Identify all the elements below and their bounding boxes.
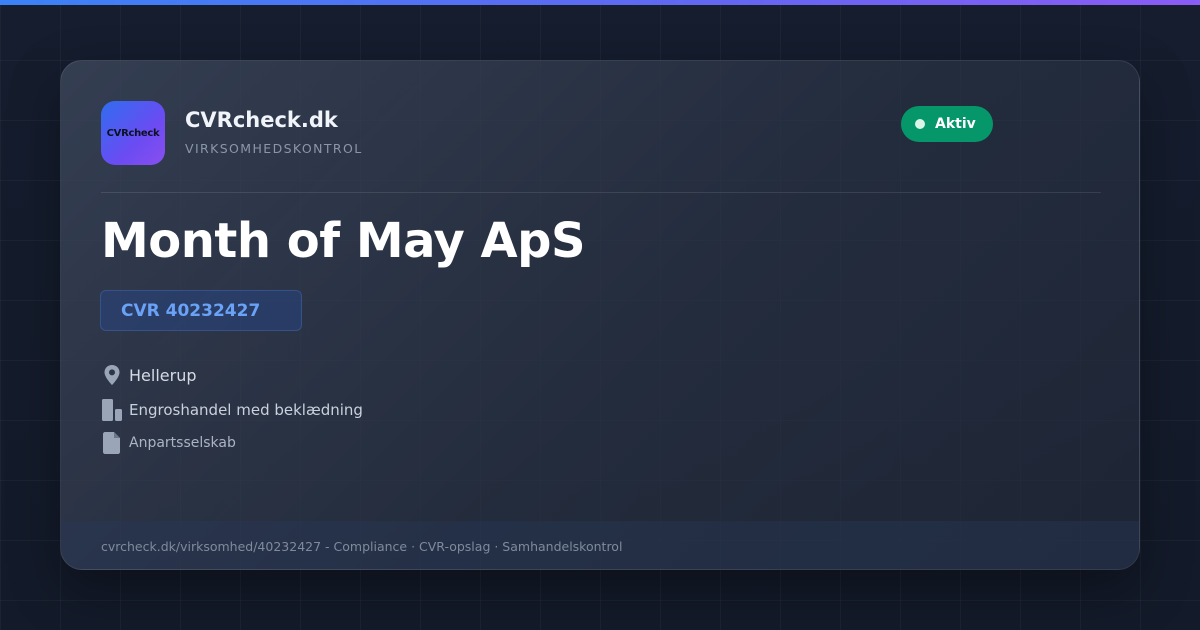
footer-text: cvrcheck.dk/virksomhed/40232427 - Compli… [101, 538, 623, 554]
brand-tagline: VIRKSOMHEDSKONTROL [185, 141, 363, 156]
header-divider [101, 192, 1101, 193]
info-row-city: Hellerup [101, 363, 196, 387]
status-label: Aktiv [935, 116, 976, 132]
logo-text: CVRcheck [106, 127, 160, 139]
top-accent-bar [0, 0, 1200, 5]
status-badge: Aktiv [901, 106, 993, 142]
document-icon [101, 431, 123, 455]
industry-text: Engroshandel med beklædning [129, 401, 363, 419]
info-row-industry: Engroshandel med beklædning [101, 398, 363, 422]
city-text: Hellerup [129, 365, 197, 385]
company-name: Month of May ApS [101, 213, 586, 269]
status-dot-icon [915, 119, 925, 129]
brand-logo: CVRcheck [101, 101, 165, 165]
company-card: CVRcheck CVRcheck.dk VIRKSOMHEDSKONTROL … [60, 60, 1140, 570]
brand-name: CVRcheck.dk [185, 108, 338, 132]
location-pin-icon [101, 363, 123, 387]
footer-bar: cvrcheck.dk/virksomhed/40232427 - Compli… [61, 521, 1139, 569]
company-type-text: Anpartsselskab [129, 435, 236, 451]
info-row-company-type: Anpartsselskab [101, 431, 236, 455]
cvr-number-badge: CVR 40232427 [100, 290, 302, 331]
building-icon [101, 398, 123, 422]
